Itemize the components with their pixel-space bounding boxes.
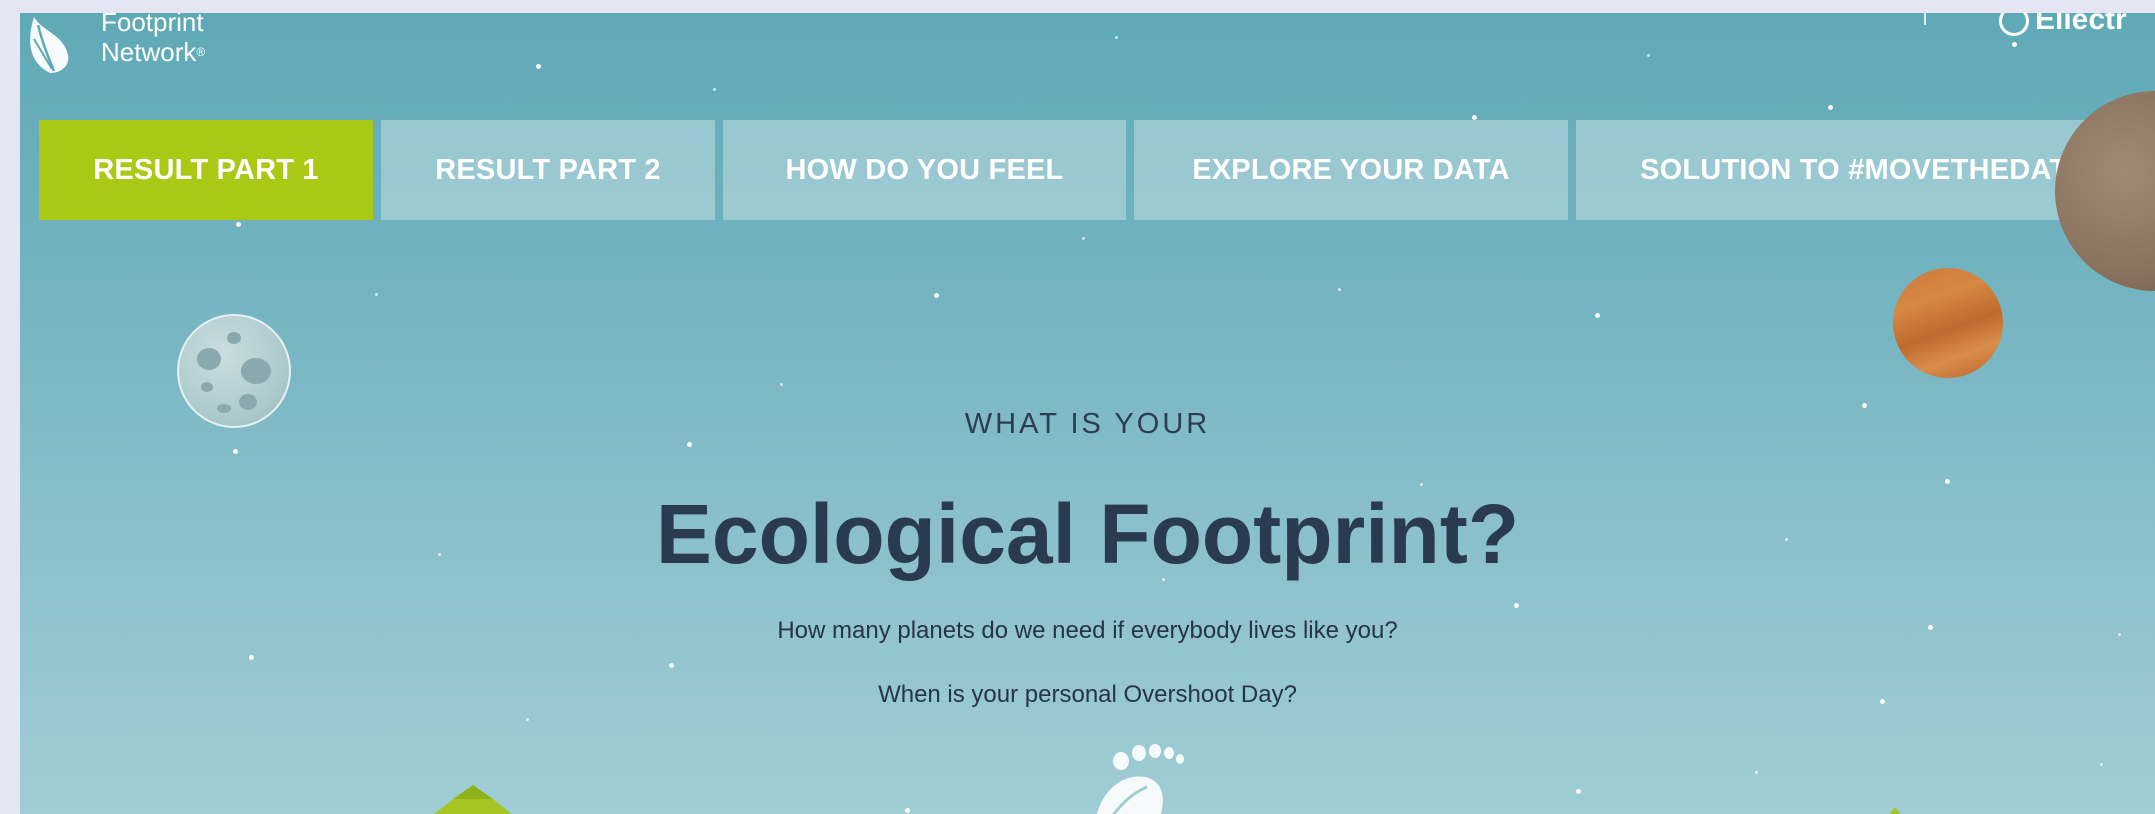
green-hill-decoration bbox=[434, 785, 512, 814]
hero-question-overshoot-day: When is your personal Overshoot Day? bbox=[878, 681, 1297, 708]
language-selector[interactable]: Eliectr bbox=[1999, 13, 2127, 37]
tab-label: EXPLORE YOUR DATA bbox=[1192, 153, 1510, 186]
tab-how-do-you-feel[interactable]: HOW DO YOU FEEL bbox=[723, 120, 1126, 220]
logo-wordmark: Footprint Network® bbox=[101, 13, 205, 67]
tab-label: HOW DO YOU FEEL bbox=[785, 153, 1064, 186]
tab-explore-your-data[interactable]: EXPLORE YOUR DATA bbox=[1134, 120, 1568, 220]
page-title: Ecological Footprint? bbox=[655, 487, 1520, 581]
hero-overline: WHAT IS YOUR bbox=[964, 408, 1211, 440]
globe-icon bbox=[1999, 13, 2029, 37]
leaf-logo-icon bbox=[30, 17, 69, 73]
registered-mark: ® bbox=[196, 45, 206, 59]
tab-label: RESULT PART 2 bbox=[435, 153, 661, 186]
app-viewport: Footprint Network® Eliectr RESULT PART 1… bbox=[20, 13, 2155, 814]
tab-result-part-2[interactable]: RESULT PART 2 bbox=[381, 120, 715, 220]
logo-line1: Footprint bbox=[101, 13, 204, 37]
tab-label: RESULT PART 1 bbox=[93, 153, 319, 186]
footprint-network-logo[interactable]: Footprint Network® bbox=[24, 13, 274, 87]
green-tree-decoration bbox=[1889, 807, 1901, 814]
hero-question-planets: How many planets do we need if everybody… bbox=[777, 617, 1398, 644]
language-label: Eliectr bbox=[2035, 13, 2127, 36]
tab-result-part-1[interactable]: RESULT PART 1 bbox=[39, 120, 373, 220]
planet-icon bbox=[1893, 268, 2003, 378]
header-divider bbox=[1924, 13, 1926, 25]
logo-line2: Network bbox=[101, 37, 197, 67]
tab-label: SOLUTION TO #MOVETHEDATE bbox=[1640, 153, 2087, 186]
footprint-leaf-icon bbox=[1096, 744, 1184, 814]
